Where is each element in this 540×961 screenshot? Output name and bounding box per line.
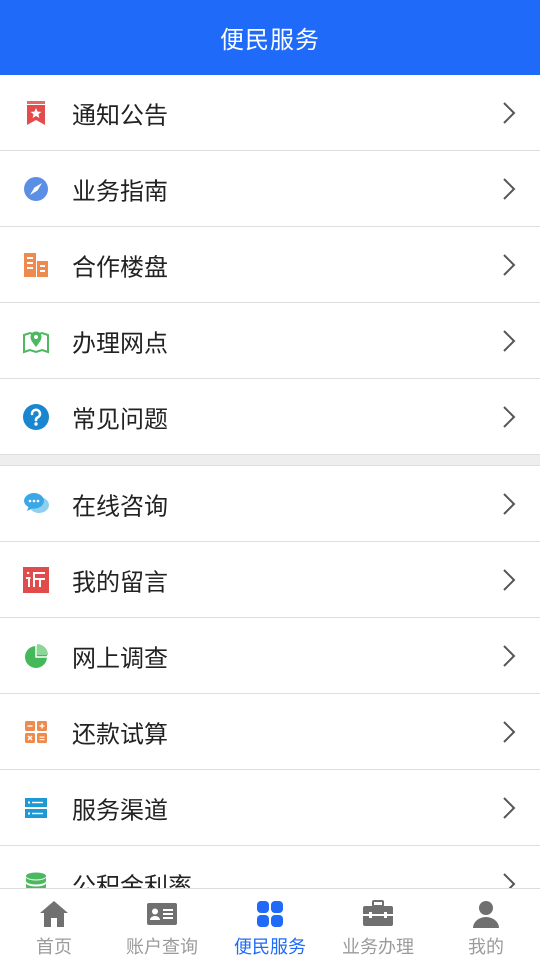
list-item-my-messages[interactable]: 我的留言 <box>0 542 540 618</box>
list-item-label: 常见问题 <box>72 405 168 433</box>
list-item-label: 网上调查 <box>72 644 168 672</box>
chevron-right-icon <box>503 405 516 428</box>
calculator-icon <box>25 720 47 743</box>
list-item-label: 服务渠道 <box>72 796 168 824</box>
question-icon <box>23 403 49 430</box>
list-item-guide[interactable]: 业务指南 <box>0 151 540 227</box>
building-icon <box>24 252 48 277</box>
top-bar: 便民服务 <box>0 0 540 75</box>
list-item-partner-buildings[interactable]: 合作楼盘 <box>0 227 540 303</box>
list-item-faq[interactable]: 常见问题 <box>0 379 540 455</box>
section-divider <box>0 455 540 466</box>
complaint-icon <box>23 566 49 593</box>
pie-chart-icon <box>25 643 48 668</box>
list-item-online-consult[interactable]: 在线咨询 <box>0 466 540 542</box>
chevron-right-icon <box>503 492 516 515</box>
list-item-label: 合作楼盘 <box>72 253 168 281</box>
grid-icon <box>257 901 283 927</box>
briefcase-icon <box>363 900 393 926</box>
bookmark-icon <box>27 100 45 125</box>
server-icon <box>25 797 47 818</box>
chevron-right-icon <box>503 568 516 591</box>
chat-bubble-icon <box>24 492 49 513</box>
tab-label: 业务办理 <box>342 937 414 958</box>
list-item-label: 我的留言 <box>72 568 168 596</box>
list-item-label: 在线咨询 <box>72 492 168 520</box>
list-item-service-channels[interactable]: 服务渠道 <box>0 770 540 846</box>
tab-account-query[interactable]: 账户查询 <box>108 889 216 961</box>
list-item-service-points[interactable]: 办理网点 <box>0 303 540 379</box>
list-item-online-survey[interactable]: 网上调查 <box>0 618 540 694</box>
chevron-right-icon <box>503 872 516 888</box>
tab-convenience-services[interactable]: 便民服务 <box>216 889 324 961</box>
list-item-label: 还款试算 <box>72 720 168 748</box>
tab-label: 便民服务 <box>234 937 306 958</box>
service-list: 通知公告 业务指南 合作楼盘 办理网点 常见问题 在线咨询 我的留言 网上调查 … <box>0 75 540 888</box>
home-icon <box>40 901 68 927</box>
chevron-right-icon <box>503 644 516 667</box>
page-title: 便民服务 <box>220 26 320 54</box>
id-card-icon <box>147 903 177 925</box>
bottom-tab-bar: 首页 账户查询 便民服务 业务办理 我的 <box>0 888 540 961</box>
list-item-label: 办理网点 <box>72 329 168 357</box>
list-item-label: 通知公告 <box>72 101 168 129</box>
list-item-label: 业务指南 <box>72 177 168 205</box>
list-item-repayment-calculator[interactable]: 还款试算 <box>0 694 540 770</box>
user-icon <box>473 901 499 928</box>
chevron-right-icon <box>503 253 516 276</box>
chevron-right-icon <box>503 177 516 200</box>
list-item-label: 公积金利率 <box>72 872 192 888</box>
compass-icon <box>24 176 48 201</box>
list-item-fund-rate[interactable]: 公积金利率 <box>0 846 540 888</box>
chevron-right-icon <box>503 720 516 743</box>
chevron-right-icon <box>503 329 516 352</box>
map-pin-icon <box>23 331 49 353</box>
tab-label: 我的 <box>468 937 504 958</box>
list-item-notice[interactable]: 通知公告 <box>0 75 540 151</box>
tab-business-handling[interactable]: 业务办理 <box>324 889 432 961</box>
tab-home[interactable]: 首页 <box>0 889 108 961</box>
chevron-right-icon <box>503 796 516 819</box>
chevron-right-icon <box>503 101 516 124</box>
tab-label: 首页 <box>36 937 72 958</box>
coins-stack-icon <box>26 872 46 888</box>
tab-label: 账户查询 <box>126 937 198 958</box>
tab-mine[interactable]: 我的 <box>432 889 540 961</box>
